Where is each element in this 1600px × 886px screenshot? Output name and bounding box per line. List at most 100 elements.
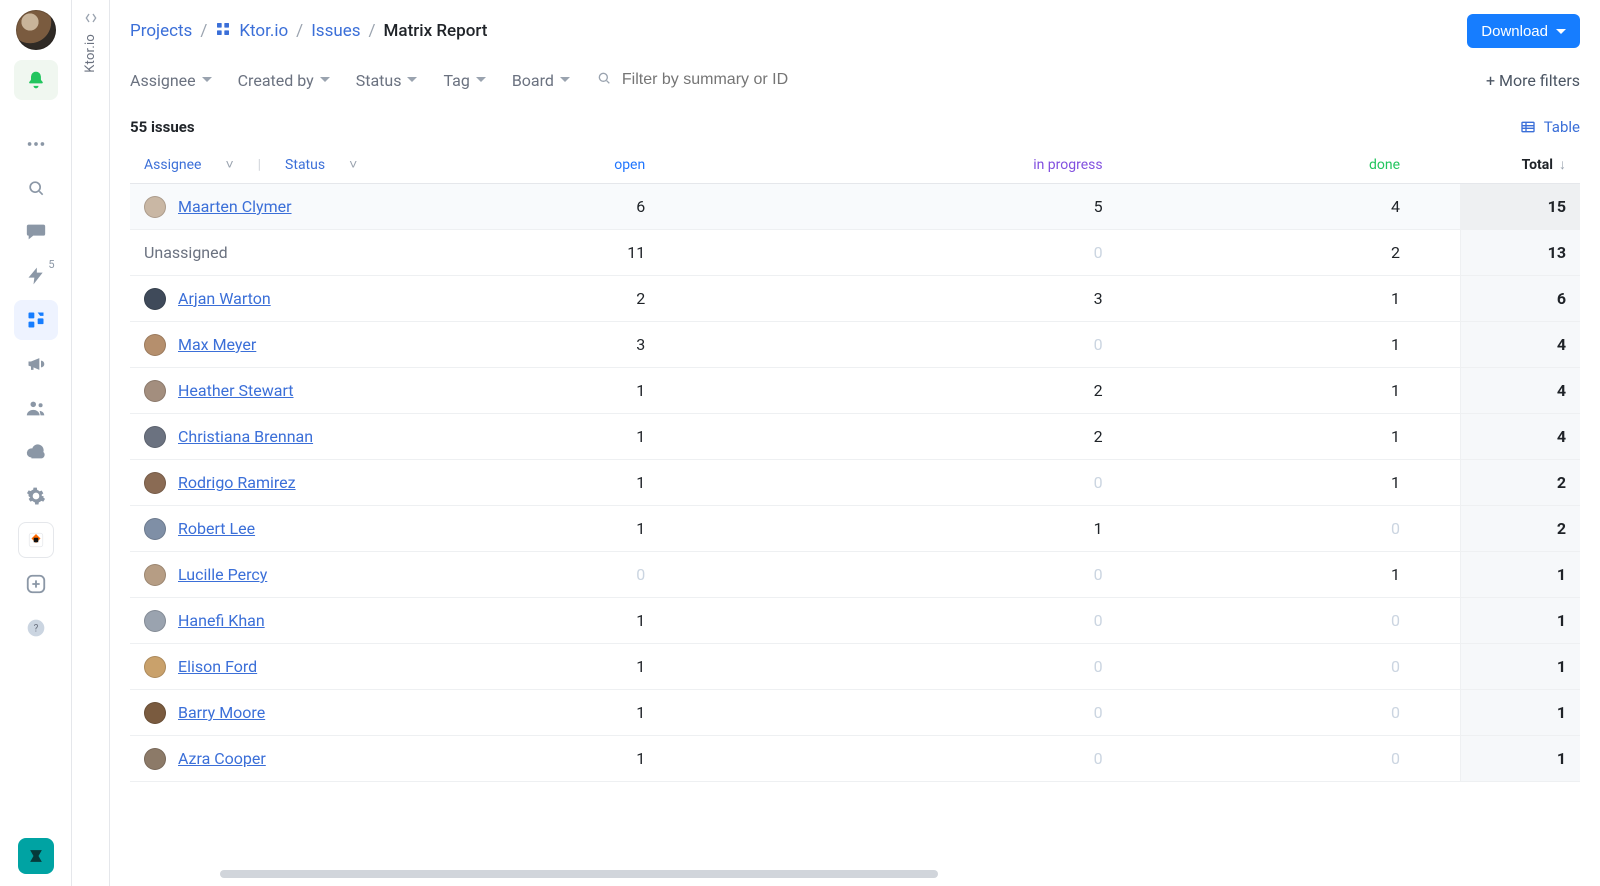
assignee-link[interactable]: Robert Lee [178, 519, 255, 538]
cell-open[interactable]: 1 [420, 598, 805, 644]
cell-prog[interactable]: 0 [805, 552, 1262, 598]
table-row[interactable]: Elison Ford1001 [130, 644, 1580, 690]
cell-prog[interactable]: 3 [805, 276, 1262, 322]
cell-done[interactable]: 1 [1263, 414, 1460, 460]
cell-open[interactable]: 6 [420, 184, 805, 230]
crumb-projects[interactable]: Projects [130, 21, 192, 41]
cell-total[interactable]: 13 [1460, 230, 1580, 276]
assignee-link[interactable]: Rodrigo Ramirez [178, 473, 296, 492]
rail-cloud[interactable] [14, 432, 58, 472]
cell-open[interactable]: 1 [420, 506, 805, 552]
crumb-project[interactable]: Ktor.io [239, 21, 288, 41]
cell-total[interactable]: 15 [1460, 184, 1580, 230]
cell-open[interactable]: 1 [420, 368, 805, 414]
assignee-link[interactable]: Max Meyer [178, 335, 256, 354]
cell-done[interactable]: 1 [1263, 322, 1460, 368]
col-total[interactable]: Total↓ [1460, 146, 1580, 184]
cell-done[interactable]: 1 [1263, 368, 1460, 414]
table-row[interactable]: Max Meyer3014 [130, 322, 1580, 368]
table-row[interactable]: Heather Stewart1214 [130, 368, 1580, 414]
cell-prog[interactable]: 0 [805, 598, 1262, 644]
table-row[interactable]: Barry Moore1001 [130, 690, 1580, 736]
view-toggle-table[interactable]: Table [1520, 118, 1580, 136]
filter-search[interactable] [596, 70, 880, 90]
cell-done[interactable]: 4 [1263, 184, 1460, 230]
cell-total[interactable]: 4 [1460, 368, 1580, 414]
cell-open[interactable]: 0 [420, 552, 805, 598]
cell-prog[interactable]: 0 [805, 460, 1262, 506]
cell-open[interactable]: 11 [420, 230, 805, 276]
col-open[interactable]: open [420, 146, 805, 184]
search-input[interactable] [620, 70, 880, 90]
rail-app-toolbox[interactable] [14, 520, 58, 560]
notifications-button[interactable] [14, 60, 58, 100]
cell-prog[interactable]: 2 [805, 368, 1262, 414]
cell-total[interactable]: 1 [1460, 598, 1580, 644]
table-row[interactable]: Arjan Warton2316 [130, 276, 1580, 322]
cell-open[interactable]: 1 [420, 690, 805, 736]
project-tabstrip[interactable]: Ktor.io [72, 0, 110, 886]
cell-prog[interactable]: 0 [805, 230, 1262, 276]
cell-open[interactable]: 1 [420, 460, 805, 506]
horizontal-scrollbar[interactable] [220, 870, 1600, 880]
cell-done[interactable]: 0 [1263, 690, 1460, 736]
assignee-link[interactable]: Lucille Percy [178, 565, 267, 584]
cell-open[interactable]: 1 [420, 414, 805, 460]
user-avatar[interactable] [14, 10, 58, 50]
cell-total[interactable]: 1 [1460, 690, 1580, 736]
filter-assignee[interactable]: Assignee [130, 71, 212, 90]
assignee-link[interactable]: Arjan Warton [178, 289, 271, 308]
cell-prog[interactable]: 0 [805, 322, 1262, 368]
table-row[interactable]: Lucille Percy0011 [130, 552, 1580, 598]
rail-overflow[interactable] [14, 124, 58, 164]
table-row[interactable]: Robert Lee1102 [130, 506, 1580, 552]
rail-boards-active[interactable] [14, 300, 58, 340]
cell-total[interactable]: 4 [1460, 322, 1580, 368]
cell-total[interactable]: 4 [1460, 414, 1580, 460]
rail-search[interactable] [14, 168, 58, 208]
cell-prog[interactable]: 0 [805, 644, 1262, 690]
assignee-link[interactable]: Azra Cooper [178, 749, 266, 768]
col-in-progress[interactable]: in progress [805, 146, 1262, 184]
cell-prog[interactable]: 0 [805, 690, 1262, 736]
rail-add[interactable] [14, 564, 58, 604]
rail-campaign[interactable] [14, 344, 58, 384]
cell-done[interactable]: 0 [1263, 506, 1460, 552]
cell-open[interactable]: 1 [420, 644, 805, 690]
cell-total[interactable]: 1 [1460, 644, 1580, 690]
table-row[interactable]: Rodrigo Ramirez1012 [130, 460, 1580, 506]
group-secondary[interactable]: Status [285, 157, 325, 173]
assignee-link[interactable]: Barry Moore [178, 703, 265, 722]
cell-prog[interactable]: 5 [805, 184, 1262, 230]
collapse-icon[interactable] [81, 10, 101, 26]
table-row[interactable]: Christiana Brennan1214 [130, 414, 1580, 460]
cell-open[interactable]: 2 [420, 276, 805, 322]
cell-done[interactable]: 1 [1263, 552, 1460, 598]
cell-total[interactable]: 2 [1460, 460, 1580, 506]
cell-open[interactable]: 1 [420, 736, 805, 782]
filter-board[interactable]: Board [512, 71, 570, 90]
rail-help[interactable]: ? [14, 608, 58, 648]
assignee-link[interactable]: Christiana Brennan [178, 427, 313, 446]
more-filters[interactable]: + More filters [1486, 71, 1580, 90]
assignee-link[interactable]: Hanefi Khan [178, 611, 265, 630]
cell-prog[interactable]: 1 [805, 506, 1262, 552]
col-done[interactable]: done [1263, 146, 1460, 184]
cell-prog[interactable]: 2 [805, 414, 1262, 460]
table-row[interactable]: Azra Cooper1001 [130, 736, 1580, 782]
filter-tag[interactable]: Tag [443, 71, 485, 90]
rail-settings[interactable] [14, 476, 58, 516]
chevron-down-icon[interactable]: ˅ [349, 156, 357, 173]
table-row[interactable]: Maarten Clymer 65415 [130, 184, 1580, 230]
rail-chat[interactable] [14, 212, 58, 252]
cell-total[interactable]: 6 [1460, 276, 1580, 322]
cell-done[interactable]: 1 [1263, 460, 1460, 506]
cell-done[interactable]: 0 [1263, 644, 1460, 690]
group-primary[interactable]: Assignee [144, 157, 201, 173]
cell-done[interactable]: 2 [1263, 230, 1460, 276]
rail-teams[interactable] [14, 388, 58, 428]
assignee-link[interactable]: Elison Ford [178, 657, 257, 676]
assignee-link[interactable]: Maarten Clymer [178, 197, 292, 216]
rail-activity[interactable]: 5 [14, 256, 58, 296]
rail-app-bottom[interactable] [14, 836, 58, 876]
